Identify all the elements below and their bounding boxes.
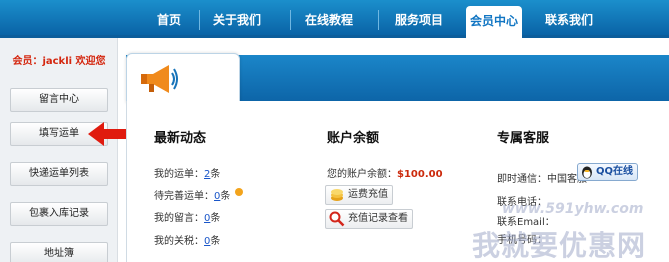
balance-amount: $100.00 <box>397 169 443 180</box>
magnifier-icon <box>329 211 345 227</box>
nav-tutorials[interactable]: 在线教程 <box>298 0 360 38</box>
announcement-box <box>126 53 240 103</box>
row-unit: 条 <box>210 236 221 247</box>
row-label: 我的运单： <box>154 169 204 180</box>
red-arrow-icon <box>88 122 126 146</box>
sidebar: 会员：jackli 欢迎您 留言中心 填写运单 快递运单列表 包裹入库记录 地址… <box>0 38 118 262</box>
row-label: 我的留言： <box>154 213 204 224</box>
qq-label: QQ在线 <box>596 166 634 177</box>
nav-divider <box>199 10 200 30</box>
sidebar-waybill-list[interactable]: 快递运单列表 <box>10 162 108 186</box>
row-label: 待完善运单： <box>154 191 214 202</box>
row-pending-waybills: 待完善运单：0条 <box>154 187 244 202</box>
nav-contact[interactable]: 联系我们 <box>538 0 600 38</box>
welcome-text: 会员：jackli 欢迎您 <box>12 56 106 67</box>
service-title: 专属客服 <box>497 131 550 146</box>
nav-home[interactable]: 首页 <box>148 0 190 38</box>
watermark-text: 我就要优惠网 <box>472 229 647 262</box>
nav-services[interactable]: 服务项目 <box>388 0 450 38</box>
megaphone-icon <box>141 65 178 93</box>
row-my-duties: 我的关税：0条 <box>154 232 220 247</box>
records-label: 充值记录查看 <box>348 213 408 224</box>
nav-member-center[interactable]: 会员中心 <box>466 6 522 38</box>
balance-row: 您的账户余额：$100.00 <box>327 165 443 180</box>
balance-title: 账户余额 <box>327 131 380 146</box>
sidebar-address-book[interactable]: 地址簿 <box>10 242 108 262</box>
row-unit: 条 <box>210 213 221 224</box>
row-my-messages: 我的留言：0条 <box>154 209 220 224</box>
recharge-button[interactable]: 运费充值 <box>325 185 393 205</box>
qq-penguin-icon <box>582 166 592 179</box>
nav-divider <box>378 10 379 30</box>
row-label: 我的关税： <box>154 236 204 247</box>
watermark-url: www.591yhw.com <box>502 201 644 217</box>
sidebar-package-records[interactable]: 包裹入库记录 <box>10 202 108 226</box>
nav-about[interactable]: 关于我们 <box>208 0 266 38</box>
balance-label: 您的账户余额： <box>327 169 397 180</box>
nav-divider <box>290 10 291 30</box>
im-label: 即时通信： <box>497 174 547 185</box>
new-badge-icon <box>234 188 243 196</box>
sidebar-message-center[interactable]: 留言中心 <box>10 88 108 112</box>
qq-online-button[interactable]: QQ在线 <box>577 163 639 181</box>
top-nav: 首页 关于我们 在线教程 服务项目 会员中心 联系我们 <box>0 0 669 38</box>
coins-icon <box>331 189 343 201</box>
row-my-waybills: 我的运单：2条 <box>154 165 220 180</box>
latest-title: 最新动态 <box>154 131 207 146</box>
recharge-records-button[interactable]: 充值记录查看 <box>325 209 413 229</box>
row-unit: 条 <box>220 191 231 202</box>
row-unit: 条 <box>210 169 221 180</box>
recharge-label: 运费充值 <box>348 189 388 200</box>
